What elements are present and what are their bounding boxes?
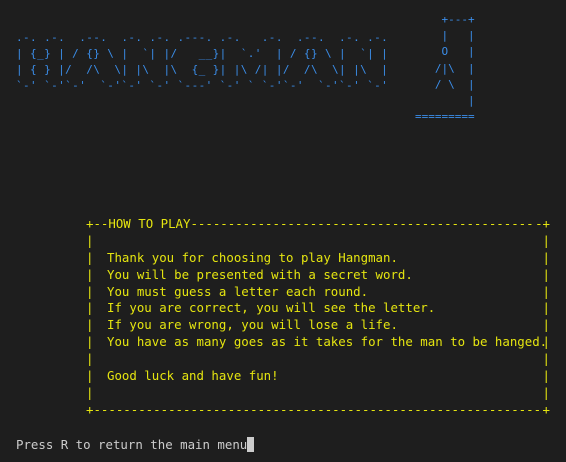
panel-left-border: |	[86, 368, 94, 384]
panel-right-border: |	[542, 351, 550, 367]
panel-left-border: |	[86, 300, 94, 316]
panel-right-border: |	[542, 249, 550, 265]
instruction-line: | You have as many goes as it takes for t…	[86, 334, 550, 351]
panel-left-border: |	[86, 266, 94, 282]
top-border-dashes: ----------------------------------------…	[190, 216, 536, 231]
prompt-text: Press R to return the main menu	[16, 437, 248, 452]
panel-right-border: |	[542, 232, 550, 248]
top-left-corner: +--	[86, 216, 109, 231]
instruction-line: | You will be presented with a secret wor…	[86, 267, 550, 284]
instruction-line: | Thank you for choosing to play Hangman.…	[86, 250, 550, 267]
instruction-line: | |	[86, 351, 550, 368]
bottom-border-dashes: ----------------------------------------…	[93, 401, 542, 417]
panel-left-border: |	[86, 232, 94, 248]
panel-right-border: |	[542, 266, 550, 282]
panel-left-border: |	[86, 283, 94, 299]
instruction-line: | You must guess a letter each round. |	[86, 284, 550, 301]
panel-right-border: |	[542, 368, 550, 384]
instruction-text: Thank you for choosing to play Hangman.	[107, 249, 398, 265]
return-menu-prompt[interactable]: Press R to return the main menu	[16, 436, 255, 453]
instruction-text: Good luck and have fun!	[107, 368, 279, 384]
text-cursor	[247, 437, 255, 452]
hangman-ascii-logo: .-. .-. .--. .-. .-. .---. .-. .-. .--. …	[16, 31, 389, 92]
instruction-text: You must guess a letter each round.	[107, 283, 369, 299]
panel-right-border: |	[542, 283, 550, 299]
instruction-text: You have as many goes as it takes for th…	[107, 334, 548, 350]
instruction-line: | |	[86, 233, 550, 250]
instruction-text: If you are correct, you will see the let…	[107, 300, 436, 316]
panel-right-border: |	[542, 384, 550, 400]
how-to-play-title: HOW TO PLAY	[108, 216, 191, 231]
panel-right-border: |	[542, 334, 550, 350]
panel-left-border: |	[86, 317, 94, 333]
instruction-line: | Good luck and have fun! |	[86, 368, 550, 385]
how-to-play-bottom-border: + --------------------------------------…	[86, 401, 550, 417]
instruction-text: You will be presented with a secret word…	[107, 266, 413, 282]
how-to-play-body: | | | Thank you for choosing to play Hangma…	[86, 233, 550, 402]
panel-left-border: |	[86, 351, 94, 367]
panel-left-border: |	[86, 334, 94, 350]
instruction-text: If you are wrong, you will lose a life.	[107, 317, 398, 333]
instruction-line: | |	[86, 385, 550, 402]
panel-left-border: |	[86, 249, 94, 265]
how-to-play-top-border: +-- HOW TO PLAY ------------------------…	[86, 216, 550, 233]
how-to-play-panel: +-- HOW TO PLAY ------------------------…	[86, 216, 550, 417]
panel-right-border: |	[542, 317, 550, 333]
panel-right-border: |	[542, 300, 550, 316]
gallows-ascii-art: +---+ | | O | /|\ | / \ | | =========	[415, 13, 475, 124]
panel-left-border: |	[86, 384, 94, 400]
instruction-line: | If you are wrong, you will lose a life.…	[86, 317, 550, 334]
terminal-window: .-. .-. .--. .-. .-. .---. .-. .-. .--. …	[0, 0, 566, 462]
top-right-corner: -+	[535, 216, 550, 231]
instruction-line: | If you are correct, you will see the le…	[86, 300, 550, 317]
